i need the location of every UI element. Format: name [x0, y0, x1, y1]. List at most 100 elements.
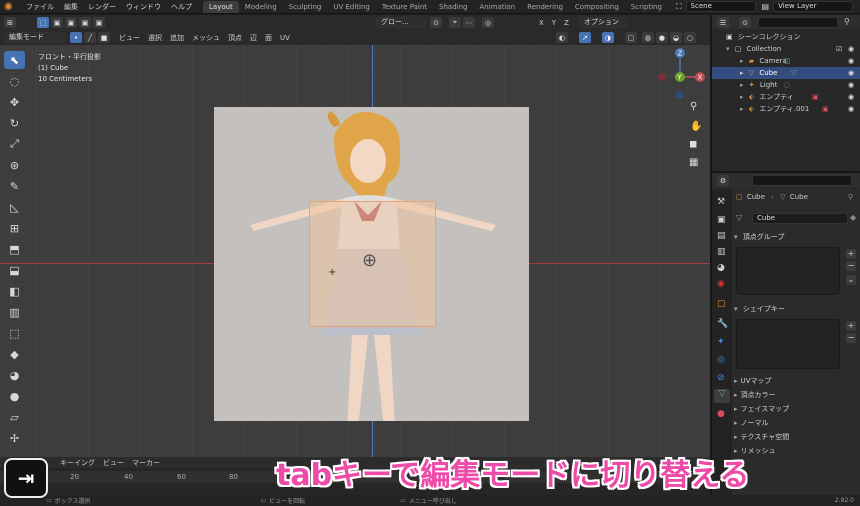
pin-icon[interactable]: ⚲ [848, 193, 853, 201]
properties-editor-icon[interactable]: ⚙ [717, 175, 729, 186]
face-maps-panel[interactable]: ▸ フェイスマップ [734, 403, 860, 415]
zoom-icon[interactable]: ⚲ [690, 101, 697, 112]
empty-001-visibility-icon[interactable]: ◉ [848, 103, 854, 115]
mode-dropdown[interactable]: 編集モード [4, 32, 66, 43]
spin-tool-icon[interactable]: ◕ [4, 366, 25, 384]
mesh-name-field[interactable]: Cube [752, 213, 848, 224]
select-mode-icon-3[interactable]: ▣ [79, 17, 91, 28]
data-tab-icon[interactable]: ▽ [714, 389, 730, 403]
menu-edit[interactable]: 編集 [59, 2, 83, 12]
menu-mesh[interactable]: メッシュ [188, 33, 224, 43]
add-cube-tool-icon[interactable]: ⊞ [4, 219, 25, 237]
menu-add[interactable]: 追加 [166, 33, 188, 43]
mirror-y-toggle[interactable]: Y [548, 19, 560, 27]
outliner-editor-icon[interactable]: ☰ [717, 17, 729, 28]
shading-wireframe-icon[interactable]: ◍ [641, 32, 654, 43]
menu-select[interactable]: 選択 [144, 33, 166, 43]
world-tab-icon[interactable]: ◉ [717, 279, 725, 289]
editor-type-icon[interactable]: ⊞ [4, 17, 16, 28]
outliner-filter-icon[interactable]: ⊙ [739, 17, 751, 28]
xray-toggle-icon[interactable]: ▢ [624, 32, 637, 43]
select-mode-icon[interactable]: ▣ [51, 17, 63, 28]
tab-modeling[interactable]: Modeling [239, 1, 283, 13]
outliner-item-empty[interactable]: ▸ ⬖ エンプティ ▣ ◉ [740, 91, 860, 103]
scale-tool-icon[interactable]: ⤢ [4, 135, 25, 153]
add-shape-key-button[interactable]: + [846, 321, 856, 331]
mirror-x-toggle[interactable]: X [535, 19, 548, 27]
menu-view[interactable]: ビュー [115, 33, 144, 43]
empty-visibility-icon[interactable]: ◉ [848, 91, 854, 103]
menu-vertex[interactable]: 頂点 [224, 33, 246, 43]
tab-sculpting[interactable]: Sculpting [283, 1, 328, 13]
scene-tab-icon[interactable]: ◕ [717, 263, 725, 273]
view-layer-tab-icon[interactable]: ▥ [717, 247, 726, 257]
outliner-item-light[interactable]: ▸ ✦ Light ◌ ◉ [740, 79, 860, 91]
loop-cut-tool-icon[interactable]: ▥ [4, 303, 25, 321]
vertex-groups-list[interactable] [736, 247, 840, 295]
menu-help[interactable]: ヘルプ [166, 2, 197, 12]
tab-scripting[interactable]: Scripting [625, 1, 668, 13]
bevel-tool-icon[interactable]: ◧ [4, 282, 25, 300]
tab-texture-paint[interactable]: Texture Paint [376, 1, 433, 13]
3d-viewport[interactable]: ⊕ + フロント・平行投影 (1) Cube 10 Centimeters Z … [0, 45, 710, 457]
vertex-groups-panel[interactable]: ▾ 頂点グループ [734, 231, 860, 243]
select-mode-icon-2[interactable]: ▣ [65, 17, 77, 28]
visibility-icon[interactable]: ◐ [555, 32, 568, 43]
smooth-tool-icon[interactable]: ● [4, 387, 25, 405]
navigation-gizmo[interactable]: Z X Y [650, 45, 710, 105]
tab-layout[interactable]: Layout [203, 0, 239, 13]
poly-build-tool-icon[interactable]: ◆ [4, 345, 25, 363]
vertex-colors-panel[interactable]: ▸ 頂点カラー [734, 389, 860, 401]
physics-tab-icon[interactable]: ◎ [717, 355, 725, 365]
cursor-tool-icon[interactable]: ◌ [4, 72, 25, 90]
collection-visibility-icon[interactable]: ◉ [848, 43, 854, 55]
camera-view-icon[interactable]: ◼ [689, 139, 697, 150]
menu-render[interactable]: レンダー [83, 2, 121, 12]
menu-marker[interactable]: マーカー [128, 458, 164, 468]
menu-timeline-view[interactable]: ビュー [99, 458, 128, 468]
material-tab-icon[interactable]: ● [717, 409, 725, 419]
menu-keying[interactable]: キーイング [56, 458, 99, 468]
annotate-tool-icon[interactable]: ✎ [4, 177, 25, 195]
extrude-tool-icon[interactable]: ⬒ [4, 240, 25, 258]
output-tab-icon[interactable]: ▤ [717, 231, 726, 241]
particles-tab-icon[interactable]: ✦ [717, 337, 725, 347]
vertex-group-menu-button[interactable]: ⌄ [846, 275, 856, 285]
properties-search-input[interactable] [752, 175, 852, 186]
outliner-item-camera[interactable]: ▸ ▰ Camera ◫ ◉ [740, 55, 860, 67]
measure-tool-icon[interactable]: ◺ [4, 198, 25, 216]
mesh-datablock-icon[interactable]: ▽ [736, 213, 742, 222]
remove-vertex-group-button[interactable]: − [846, 261, 856, 271]
fake-user-icon[interactable]: ◆ [850, 213, 856, 222]
shading-solid-icon[interactable]: ● [655, 32, 668, 43]
constraint-tab-icon[interactable]: ⊘ [717, 373, 725, 383]
modifier-tab-icon[interactable]: 🔧 [717, 319, 728, 329]
select-tool-icon[interactable]: ⬉ [4, 51, 25, 69]
menu-file[interactable]: ファイル [21, 2, 59, 12]
menu-uv[interactable]: UV [276, 34, 294, 42]
scene-collection-row[interactable]: ▣ シーンコレクション [726, 31, 801, 43]
outliner-search-input[interactable] [758, 17, 838, 28]
shear-tool-icon[interactable]: ▱ [4, 408, 25, 426]
proportional-edit-icon[interactable]: ◎ [482, 17, 494, 28]
inset-tool-icon[interactable]: ⬓ [4, 261, 25, 279]
tab-shading[interactable]: Shading [433, 1, 473, 13]
remove-shape-key-button[interactable]: − [846, 333, 856, 343]
select-mode-icon-4[interactable]: ▣ [93, 17, 105, 28]
move-tool-icon[interactable]: ✥ [4, 93, 25, 111]
menu-window[interactable]: ウィンドウ [121, 2, 166, 12]
scene-field[interactable]: Scene [685, 1, 756, 12]
shading-rendered-icon[interactable]: ○ [683, 32, 696, 43]
select-box-icon[interactable]: ⬚ [37, 17, 49, 28]
light-visibility-icon[interactable]: ◉ [848, 79, 854, 91]
uv-maps-panel[interactable]: ▸ UVマップ [734, 375, 860, 387]
camera-visibility-icon[interactable]: ◉ [848, 55, 854, 67]
texture-space-panel[interactable]: ▸ テクスチャ空間 [734, 431, 860, 443]
3d-cursor-icon[interactable]: ⊕ [362, 250, 377, 271]
menu-edge[interactable]: 辺 [246, 33, 261, 43]
add-vertex-group-button[interactable]: + [846, 249, 856, 259]
blender-logo-icon[interactable]: ◉ [4, 1, 18, 13]
tab-compositing[interactable]: Compositing [569, 1, 625, 13]
tab-animation[interactable]: Animation [473, 1, 521, 13]
rip-tool-icon[interactable]: ✢ [4, 429, 25, 447]
